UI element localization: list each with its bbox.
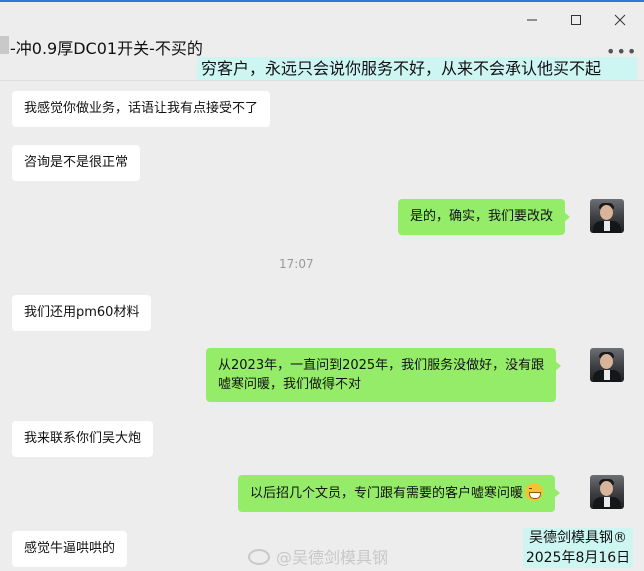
minimize-button[interactable] [522,10,542,30]
close-icon [614,14,626,26]
weibo-icon [248,549,270,565]
message-bubble-left[interactable]: 我们还用pm60材料 [12,295,152,331]
avatar[interactable] [590,348,624,382]
message-text: 感觉牛逼哄哄的 [24,541,116,556]
stamp-brand: 吴德剑模具钢® [529,530,627,546]
minimize-icon [527,19,537,21]
avatar[interactable] [590,475,624,509]
avatar[interactable] [590,199,624,233]
message-bubble-left[interactable]: 感觉牛逼哄哄的 [12,531,128,567]
bubble-tail [555,361,562,371]
signature-stamp: 吴德剑模具钢® 2025年8月16日 [523,528,633,568]
message-text: 我们还用pm60材料 [24,305,140,320]
message-bubble-right[interactable]: 从2023年，一直问到2025年，我们服务没做好，没有跟 嘘寒问暖，我们做得不对 [206,348,562,402]
watermark: @吴德剑模具钢 [248,544,388,568]
stamp-date: 2025年8月16日 [525,550,631,566]
message-bubble-left[interactable]: 咨询是不是很正常 [12,145,141,181]
title-divider [0,80,644,81]
message-text: 我来联系你们吴大炮 [24,431,142,446]
bubble-tail [554,488,561,498]
message-text: 我感觉你做业务，话语让我有点接受不了 [24,101,259,116]
watermark-text: @吴德剑模具钢 [276,548,389,567]
message-text: 是的，确实，我们要改改 [410,209,554,224]
maximize-icon [571,15,581,25]
message-text-line: 从2023年，一直问到2025年，我们服务没做好，没有跟 [218,358,545,373]
message-text: 以后招几个文员，专门跟有需要的客户嘘寒问暖 [250,486,524,501]
message-text: 咨询是不是很正常 [24,155,129,170]
grin-emoji-icon [525,483,544,501]
message-bubble-right[interactable]: 是的，确实，我们要改改 [398,199,571,235]
message-bubble-left[interactable]: 我感觉你做业务，话语让我有点接受不了 [12,91,271,127]
blurred-name-fragment [0,36,9,54]
bubble-tail [564,212,571,222]
timestamp: 17:07 [279,257,314,271]
caption-overlay: 穷客户，永远只会说你服务不好，从来不会承认他买不起 [197,57,637,81]
maximize-button[interactable] [566,10,586,30]
message-bubble-right[interactable]: 以后招几个文员，专门跟有需要的客户嘘寒问暖 [238,475,561,512]
close-button[interactable] [610,10,630,30]
message-text-line: 嘘寒问暖，我们做得不对 [218,377,362,392]
chat-title: -冲0.9厚DC01开关-不买的 [10,39,203,58]
message-bubble-left[interactable]: 我来联系你们吴大炮 [12,421,154,457]
